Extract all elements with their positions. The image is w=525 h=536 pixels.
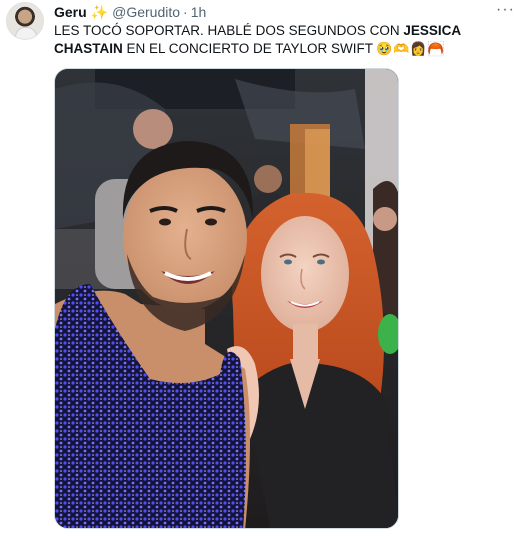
tweet-text: LES TOCÓ SOPORTAR. HABLÉ DOS SEGUNDOS CO…	[54, 22, 519, 58]
tweet-photo[interactable]	[54, 68, 399, 529]
more-options-icon[interactable]: ···	[496, 1, 515, 19]
avatar-body	[15, 27, 37, 39]
separator-dot: ·	[183, 4, 188, 20]
tweet-timestamp[interactable]: 1h	[191, 4, 207, 20]
tweet-emojis: 🥹🫶👩🦰	[376, 41, 445, 56]
tweet-header: Geru ✨ @Gerudito · 1h	[54, 3, 206, 21]
sparkle-icon: ✨	[90, 3, 109, 20]
author-name[interactable]: Geru	[54, 4, 87, 20]
author-handle[interactable]: @Gerudito	[112, 4, 180, 20]
selfie-photo-illustration	[55, 69, 398, 528]
tweet-text-part1: LES TOCÓ SOPORTAR. HABLÉ DOS SEGUNDOS CO…	[54, 23, 404, 38]
author-avatar[interactable]	[6, 2, 44, 40]
tweet-text-part2: EN EL CONCIERTO DE TAYLOR SWIFT	[122, 41, 374, 56]
tweet[interactable]: Geru ✨ @Gerudito · 1h ··· LES TOCÓ SOPOR…	[0, 0, 525, 536]
